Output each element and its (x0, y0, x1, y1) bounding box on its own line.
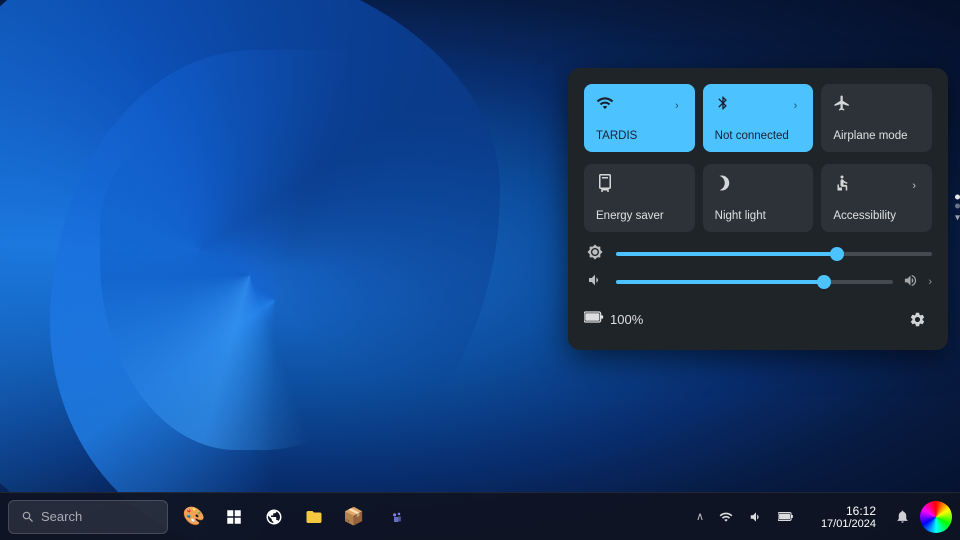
taskbar-app-store[interactable]: 📦 (336, 499, 372, 535)
scroll-down-arrow[interactable]: ▾ (955, 213, 960, 224)
search-placeholder: Search (41, 509, 82, 524)
qs-tile-nightlight[interactable]: Night light (703, 164, 814, 232)
wifi-chevron[interactable]: › (671, 98, 683, 114)
qs-tile-accessibility[interactable]: › Accessibility (821, 164, 932, 232)
scroll-dot-1 (955, 195, 960, 200)
accessibility-label: Accessibility (833, 210, 920, 222)
energy-icon (596, 174, 614, 197)
qs-bottom-row: 100% (584, 300, 932, 334)
airplane-label: Airplane mode (833, 130, 920, 142)
taskbar-app-icons: 🎨 📦 (176, 499, 412, 535)
brightness-icon (584, 244, 606, 264)
search-icon (21, 510, 35, 524)
qs-grid-row2: Energy saver Night light (584, 164, 932, 232)
taskbar-app-windows[interactable] (216, 499, 252, 535)
notification-bell-icon[interactable] (888, 503, 916, 531)
airplane-icon (833, 94, 851, 117)
accessibility-icon (833, 174, 851, 197)
battery-percent: 100% (610, 312, 643, 327)
clock-date: 17/01/2024 (821, 518, 876, 530)
qs-tile-bluetooth[interactable]: › Not connected (703, 84, 814, 152)
taskbar-right: ∧ 16:12 17/01/2024 (692, 501, 952, 533)
energy-label: Energy saver (596, 210, 683, 222)
clock-display[interactable]: 16:12 17/01/2024 (804, 502, 884, 532)
wifi-icon (596, 94, 614, 117)
taskbar-app-paint[interactable]: 🎨 (176, 499, 212, 535)
qs-tile-wifi[interactable]: › TARDIS (584, 84, 695, 152)
volume-end-icon (903, 273, 918, 291)
volume-slider[interactable] (616, 280, 893, 284)
wifi-tray-icon[interactable] (712, 503, 740, 531)
qs-tile-airplane[interactable]: Airplane mode (821, 84, 932, 152)
taskbar-search[interactable]: Search (8, 500, 168, 534)
qs-tile-energy[interactable]: Energy saver (584, 164, 695, 232)
bluetooth-icon (715, 94, 731, 117)
nightlight-label: Night light (715, 210, 802, 222)
scroll-indicator: ▾ (955, 195, 960, 224)
sys-tray-expand[interactable]: ∧ (692, 506, 708, 527)
quick-settings-panel: › TARDIS › Not connected (568, 68, 948, 350)
volume-icon (584, 272, 606, 292)
volume-tray-icon[interactable] (742, 503, 770, 531)
sys-tray-icons (712, 503, 800, 531)
battery-tray-icon[interactable] (772, 503, 800, 531)
brightness-slider[interactable] (616, 252, 932, 256)
scroll-dot-2 (955, 204, 960, 209)
taskbar-app-explorer[interactable] (296, 499, 332, 535)
qs-grid-row1: › TARDIS › Not connected (584, 84, 932, 152)
battery-display: 100% (584, 310, 643, 329)
widgets-icon[interactable] (920, 501, 952, 533)
wifi-label: TARDIS (596, 130, 683, 142)
settings-button[interactable] (902, 304, 932, 334)
brightness-slider-row (584, 244, 932, 264)
battery-icon (584, 310, 604, 329)
clock-time: 16:12 (846, 504, 876, 518)
taskbar: Search 🎨 📦 (0, 492, 960, 540)
volume-chevron[interactable]: › (928, 276, 932, 288)
bluetooth-label: Not connected (715, 130, 802, 142)
bluetooth-chevron[interactable]: › (790, 98, 802, 114)
volume-slider-row: › (584, 272, 932, 292)
nightlight-icon (715, 174, 733, 197)
taskbar-app-teams[interactable] (376, 499, 412, 535)
accessibility-chevron[interactable]: › (908, 178, 920, 194)
taskbar-app-edge[interactable] (256, 499, 292, 535)
